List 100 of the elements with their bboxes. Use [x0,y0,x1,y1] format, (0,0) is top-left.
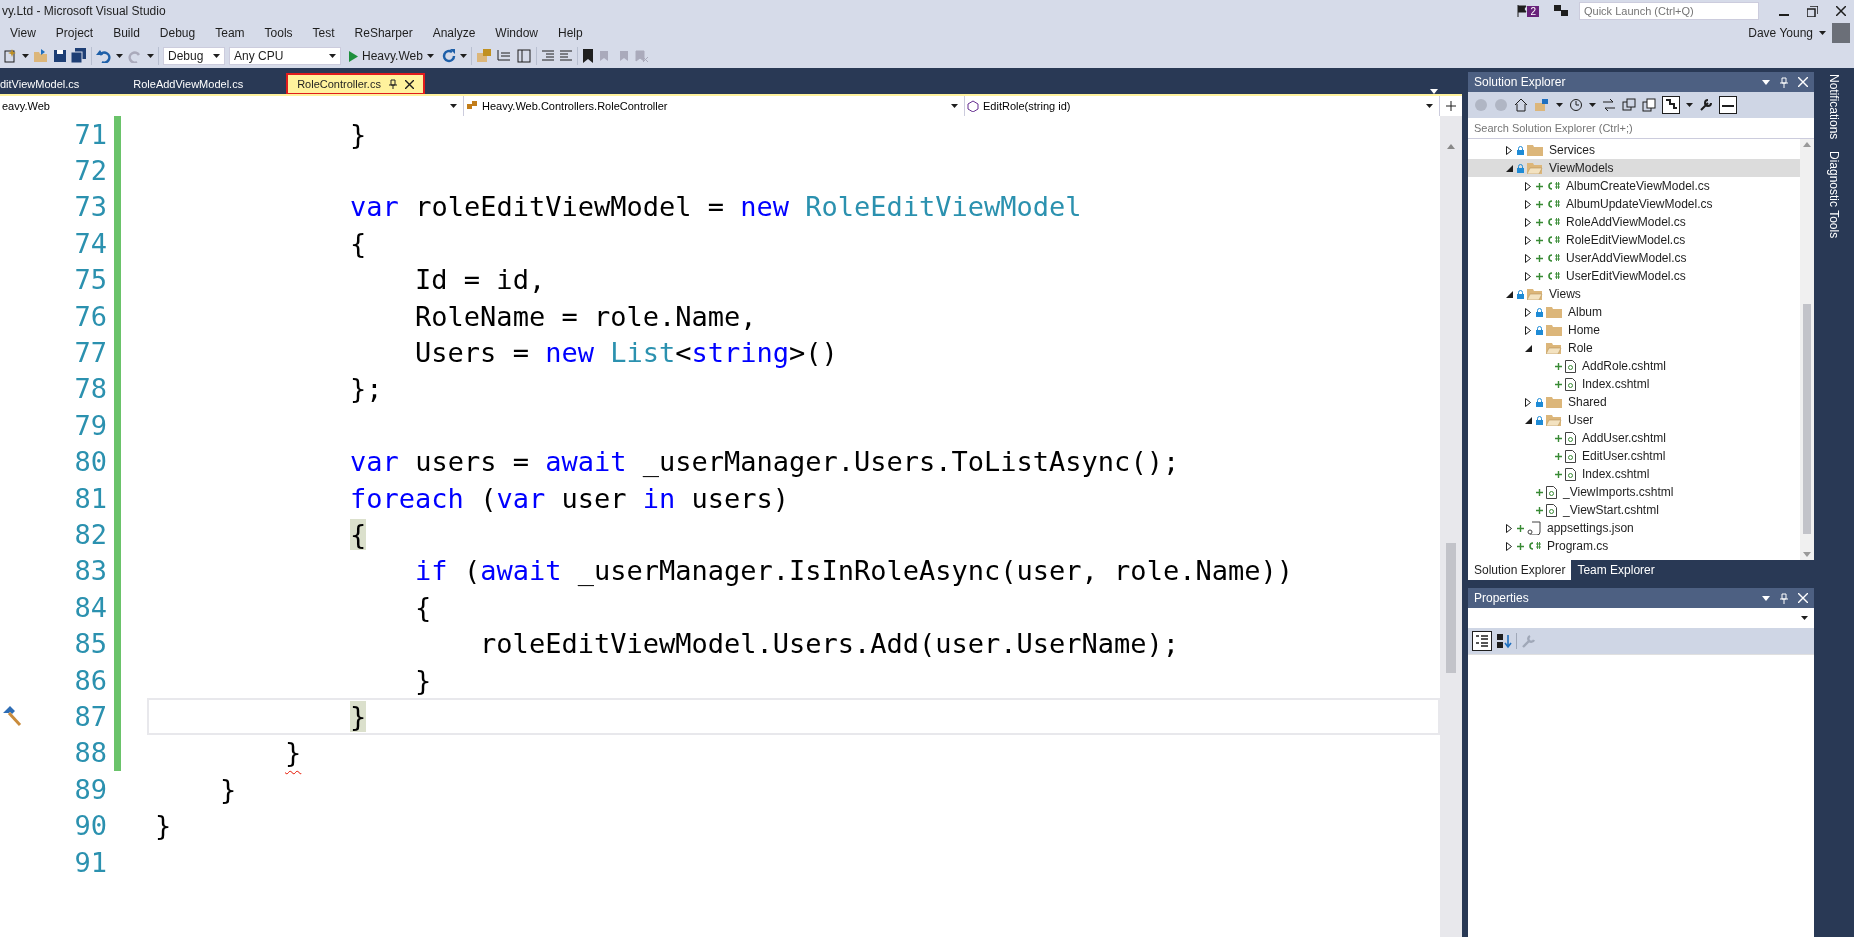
menu-item[interactable]: Test [302,26,345,40]
dropdown-caret-icon[interactable] [1686,103,1693,107]
dropdown-caret-icon[interactable] [1801,616,1808,620]
menu-item[interactable]: Debug [149,26,206,40]
dropdown-caret-icon[interactable] [951,104,958,108]
dropdown-caret-icon[interactable] [1762,79,1770,85]
platform-dropdown[interactable]: Any CPU [229,47,341,65]
dropdown-caret-icon[interactable] [1762,595,1770,601]
collapsed-arrow-icon[interactable] [1525,181,1531,191]
menu-item[interactable]: Build [103,26,150,40]
categorized-icon[interactable] [1472,631,1492,651]
collapsed-arrow-icon[interactable] [1506,145,1512,155]
close-icon[interactable] [404,79,414,89]
scroll-bar[interactable] [1440,116,1462,937]
menu-item[interactable]: Window [485,26,548,40]
close-icon[interactable] [1836,6,1846,16]
dropdown-caret-icon[interactable] [1556,103,1563,107]
refresh-icon[interactable] [441,49,456,63]
collapsed-arrow-icon[interactable] [1525,253,1531,263]
tree-item[interactable]: _ViewStart.cshtml [1468,501,1800,519]
panel-tab[interactable]: Team Explorer [1571,560,1661,580]
expanded-arrow-icon[interactable] [1524,416,1532,424]
user-name[interactable]: Dave Young [1748,26,1813,40]
tree-item[interactable]: Views [1468,285,1800,303]
tree-item[interactable]: _ViewImports.cshtml [1468,483,1800,501]
switch-views-icon[interactable] [1534,98,1550,112]
outdent-icon[interactable] [558,49,573,63]
collapsed-arrow-icon[interactable] [1525,271,1531,281]
scroll-up-icon[interactable] [1447,144,1455,149]
panel-icon[interactable] [515,48,532,64]
save-icon[interactable] [53,49,67,63]
home-icon[interactable] [1514,98,1528,112]
restore-icon[interactable] [1807,5,1818,17]
dropdown-caret-icon[interactable] [459,54,467,58]
scroll-bar[interactable] [1800,139,1814,560]
scroll-thumb[interactable] [1803,304,1811,534]
dropdown-caret-icon[interactable] [1589,103,1596,107]
preview-icon[interactable] [1719,96,1737,114]
collapse-all-icon[interactable] [1622,98,1636,112]
dropdown-caret-icon[interactable] [22,54,29,58]
tree-item[interactable]: RoleAddViewModel.cs [1468,213,1800,231]
tree-item[interactable]: Role [1468,339,1800,357]
tree-item[interactable]: Program.cs [1468,537,1800,555]
dropdown-caret-icon[interactable] [1819,31,1826,35]
menu-item[interactable]: Help [548,26,593,40]
panel-tab[interactable]: Solution Explorer [1468,560,1572,580]
undo-icon[interactable] [96,49,112,63]
dropdown-caret-icon[interactable] [213,54,220,58]
dropdown-caret-icon[interactable] [450,104,457,108]
split-icon[interactable] [1446,101,1456,111]
menu-item[interactable]: ReSharper [344,26,423,40]
tree-item[interactable]: Album [1468,303,1800,321]
save-all-icon[interactable] [71,48,87,64]
indent-icon[interactable] [540,49,555,63]
comment-icon[interactable] [495,48,512,64]
dropdown-caret-icon[interactable] [147,54,154,58]
tree-item[interactable]: EditUser.cshtml [1468,447,1800,465]
document-tab[interactable]: RoleController.cs [287,74,424,94]
menu-item[interactable]: Tools [254,26,303,40]
tree-item[interactable]: ViewModels [1468,159,1800,177]
search-field[interactable]: Search Solution Explorer (Ctrl+;) [1468,118,1814,139]
expanded-arrow-icon[interactable] [1524,344,1532,352]
document-tab[interactable]: RoleAddViewModel.cs [123,74,254,94]
sync-icon[interactable] [1602,98,1616,112]
dropdown-caret-icon[interactable] [1426,104,1433,108]
expanded-arrow-icon[interactable] [1505,290,1513,298]
tree-item[interactable]: AlbumUpdateViewModel.cs [1468,195,1800,213]
collapsed-arrow-icon[interactable] [1525,307,1531,317]
tree-item[interactable]: AlbumCreateViewModel.cs [1468,177,1800,195]
notification-badge[interactable]: 2 [1527,5,1539,17]
tree-item[interactable]: Shared [1468,393,1800,411]
tree-item[interactable]: appsettings.json [1468,519,1800,537]
history-icon[interactable] [1569,98,1583,112]
bookmark-icon[interactable] [581,49,594,63]
side-tab[interactable]: Diagnostic Tools [1827,151,1841,239]
pin-icon[interactable] [388,79,397,89]
menu-item[interactable]: Team [205,26,255,40]
collapsed-arrow-icon[interactable] [1525,199,1531,209]
side-tab[interactable]: Notifications [1827,74,1841,140]
menu-item[interactable]: Project [45,26,104,40]
document-tab[interactable]: ditViewModel.cs [0,74,90,94]
collapsed-arrow-icon[interactable] [1525,397,1531,407]
collapsed-arrow-icon[interactable] [1525,217,1531,227]
scroll-thumb[interactable] [1446,543,1456,673]
dropdown-caret-icon[interactable] [426,54,434,58]
alphabetical-icon[interactable] [1496,633,1512,649]
menu-item[interactable]: Analyze [422,26,486,40]
start-button[interactable]: Heavy.Web [345,46,438,66]
tree-item[interactable]: UserAddViewModel.cs [1468,249,1800,267]
tree-view-icon[interactable] [1662,96,1680,114]
tree-item[interactable]: Index.cshtml [1468,465,1800,483]
tree-item[interactable]: Index.cshtml [1468,375,1800,393]
dropdown-caret-icon[interactable] [116,54,123,58]
dropdown-caret-icon[interactable] [329,54,336,58]
menu-item[interactable]: View [0,26,46,40]
tree-item[interactable]: RoleEditViewModel.cs [1468,231,1800,249]
tree-item[interactable]: Services [1468,141,1800,159]
collapsed-arrow-icon[interactable] [1506,541,1512,551]
collapsed-arrow-icon[interactable] [1525,325,1531,335]
tab-overflow-icon[interactable] [1430,89,1438,94]
